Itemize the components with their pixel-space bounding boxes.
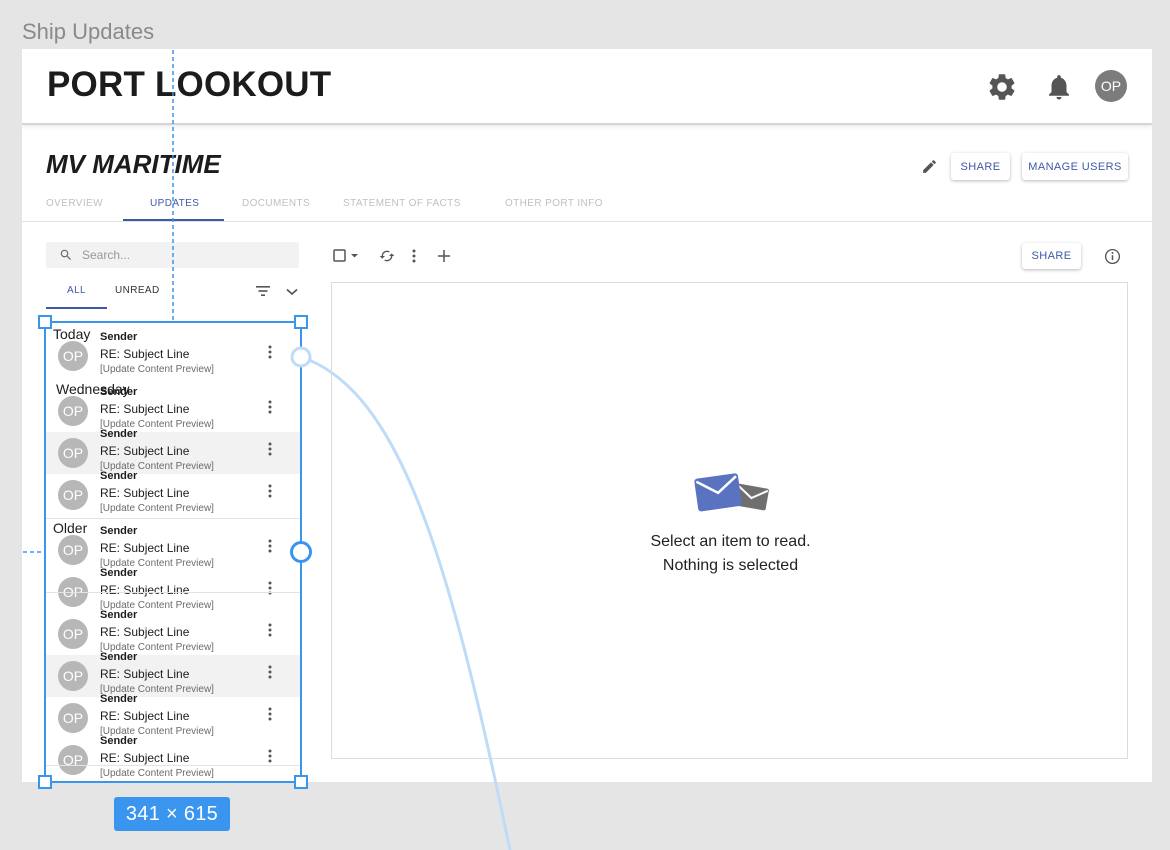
message-subject: RE: Subject Line xyxy=(100,486,190,500)
active-tab-indicator xyxy=(123,219,224,221)
message-subject: RE: Subject Line xyxy=(100,751,190,765)
user-avatar[interactable]: OP xyxy=(1095,70,1127,102)
search-input[interactable] xyxy=(82,246,282,264)
message-sender: Sender xyxy=(100,470,138,482)
reading-pane: Select an item to read. Nothing is selec… xyxy=(331,282,1128,759)
gear-icon[interactable] xyxy=(984,69,1020,105)
app-logo: PORT LOOKOUT xyxy=(47,65,332,104)
more-vert-icon[interactable] xyxy=(265,707,275,721)
message-subject: RE: Subject Line xyxy=(100,583,190,597)
sender-avatar: OP xyxy=(58,535,88,565)
more-vert-icon[interactable] xyxy=(265,665,275,679)
sort-filter-icon[interactable] xyxy=(254,284,272,298)
message-row[interactable]: OP Sender RE: Subject Line [Update Conte… xyxy=(45,693,301,739)
sender-avatar: OP xyxy=(58,396,88,426)
message-subject: RE: Subject Line xyxy=(100,347,190,361)
message-subject: RE: Subject Line xyxy=(100,709,190,723)
empty-state-line2: Nothing is selected xyxy=(662,557,799,574)
more-vert-icon[interactable] xyxy=(265,539,275,553)
more-vert-icon[interactable] xyxy=(265,749,275,763)
message-sender: Sender xyxy=(100,428,138,440)
filter-all-tab[interactable]: ALL xyxy=(67,285,86,296)
sender-avatar: OP xyxy=(58,619,88,649)
search-icon xyxy=(59,248,73,267)
empty-state-line1: Select an item to read. xyxy=(650,533,811,550)
sender-avatar: OP xyxy=(58,661,88,691)
row-divider xyxy=(45,592,301,593)
edit-pencil-icon[interactable] xyxy=(918,155,940,177)
sender-avatar: OP xyxy=(58,480,88,510)
tab-documents[interactable]: DOCUMENTS xyxy=(242,198,310,209)
row-divider xyxy=(45,765,301,766)
message-sender: Sender xyxy=(100,525,138,537)
sender-avatar: OP xyxy=(58,703,88,733)
message-row[interactable]: OP Sender RE: Subject Line [Update Conte… xyxy=(45,609,301,655)
message-row[interactable]: OP Sender RE: Subject Line [Update Conte… xyxy=(45,735,301,781)
search-box xyxy=(46,242,299,268)
sender-avatar: OP xyxy=(58,745,88,775)
dimension-badge: 341 × 615 xyxy=(114,797,230,831)
message-row[interactable]: OP Sender RE: Subject Line [Update Conte… xyxy=(45,525,301,571)
message-sender: Sender xyxy=(100,331,138,343)
message-row[interactable]: OP Sender RE: Subject Line [Update Conte… xyxy=(45,470,301,516)
add-icon[interactable] xyxy=(436,248,452,264)
message-sender: Sender xyxy=(100,567,138,579)
frame-label: Ship Updates xyxy=(22,19,155,44)
message-sender: Sender xyxy=(100,735,138,747)
share-vessel-button[interactable]: SHARE xyxy=(951,153,1010,180)
app-header: PORT LOOKOUT OP xyxy=(22,49,1152,125)
share-update-button[interactable]: SHARE xyxy=(1022,243,1081,269)
envelopes-icon xyxy=(693,470,769,522)
filter-underline xyxy=(46,307,107,309)
group-divider xyxy=(45,518,301,519)
message-subject: RE: Subject Line xyxy=(100,444,190,458)
message-row[interactable]: OP Sender RE: Subject Line [Update Conte… xyxy=(45,386,301,432)
tab-other-port-info[interactable]: OTHER PORT INFO xyxy=(505,198,603,209)
more-vert-icon[interactable] xyxy=(265,623,275,637)
message-sender: Sender xyxy=(100,609,138,621)
message-row[interactable]: OP Sender RE: Subject Line [Update Conte… xyxy=(45,651,301,697)
select-all-checkbox[interactable] xyxy=(332,248,362,264)
message-preview: [Update Content Preview] xyxy=(100,768,214,779)
tab-overview[interactable]: OVERVIEW xyxy=(46,198,103,209)
message-subject: RE: Subject Line xyxy=(100,402,190,416)
message-row[interactable]: OP Sender RE: Subject Line [Update Conte… xyxy=(45,428,301,474)
message-subject: RE: Subject Line xyxy=(100,625,190,639)
message-row[interactable]: OP Sender RE: Subject Line [Update Conte… xyxy=(45,331,301,377)
tab-statement-of-facts[interactable]: STATEMENT OF FACTS xyxy=(343,198,461,209)
message-subject: RE: Subject Line xyxy=(100,541,190,555)
app-frame: PORT LOOKOUT OP MV MARITIME SHARE MANAGE… xyxy=(22,49,1152,782)
more-vert-icon[interactable] xyxy=(265,484,275,498)
more-vert-icon[interactable] xyxy=(265,400,275,414)
tab-updates[interactable]: UPDATES xyxy=(150,198,199,209)
more-vert-icon[interactable] xyxy=(265,345,275,359)
message-subject: RE: Subject Line xyxy=(100,667,190,681)
bell-icon[interactable] xyxy=(1041,69,1077,105)
sender-avatar: OP xyxy=(58,438,88,468)
sender-avatar: OP xyxy=(58,341,88,371)
info-icon[interactable] xyxy=(1102,246,1122,266)
more-vert-icon[interactable] xyxy=(409,248,419,264)
vessel-tabs: OVERVIEW UPDATES DOCUMENTS STATEMENT OF … xyxy=(22,191,1152,222)
chevron-down-icon[interactable] xyxy=(284,285,300,299)
message-list: Today Wednesday Older OP Sender RE: Subj… xyxy=(45,322,301,782)
filter-unread-tab[interactable]: UNREAD xyxy=(115,285,160,296)
vessel-title: MV MARITIME xyxy=(46,149,221,179)
message-preview: [Update Content Preview] xyxy=(100,503,214,514)
refresh-icon[interactable] xyxy=(378,247,396,265)
message-sender: Sender xyxy=(100,386,138,398)
more-vert-icon[interactable] xyxy=(265,442,275,456)
message-sender: Sender xyxy=(100,693,138,705)
manage-users-button[interactable]: MANAGE USERS xyxy=(1022,153,1128,180)
message-sender: Sender xyxy=(100,651,138,663)
message-preview: [Update Content Preview] xyxy=(100,364,214,375)
